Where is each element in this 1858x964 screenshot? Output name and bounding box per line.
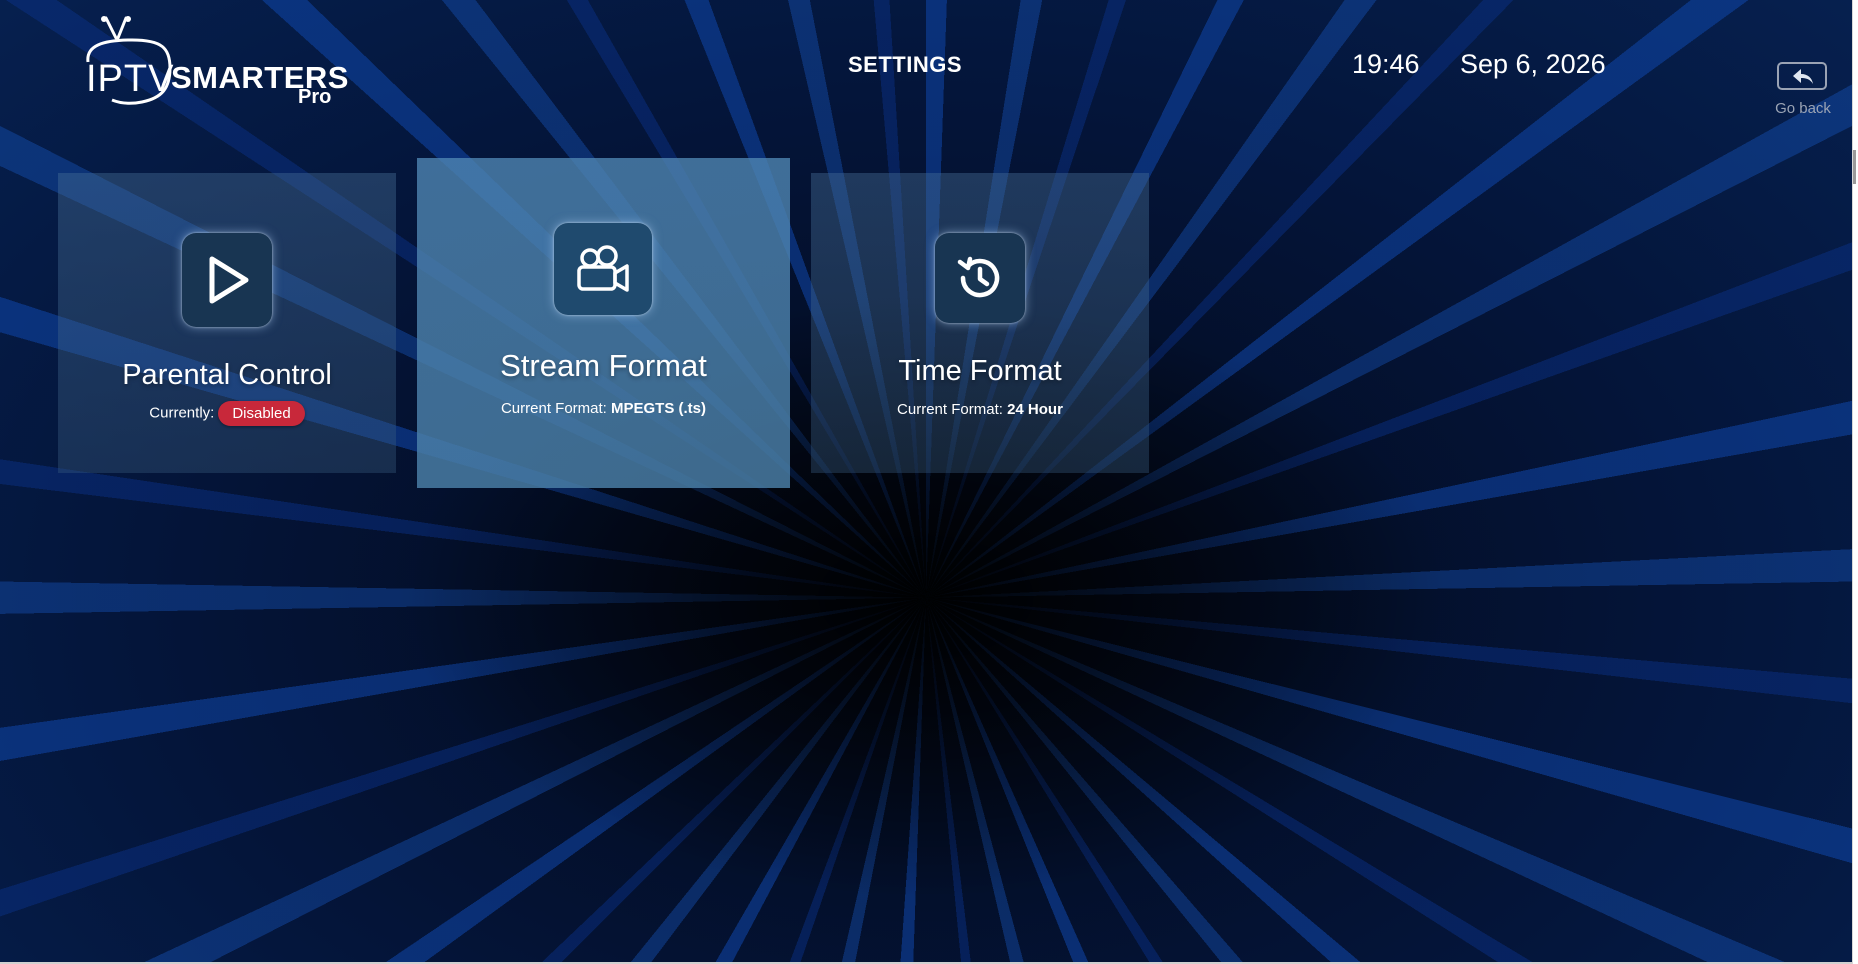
scrollbar-track[interactable] xyxy=(1852,0,1858,964)
card-subtitle-label: Current Format: xyxy=(897,401,1003,418)
card-title: Parental Control xyxy=(122,359,332,391)
page-title: SETTINGS xyxy=(847,52,962,77)
card-subtitle-value: 24 Hour xyxy=(1007,401,1063,418)
card-subtitle: Currently: Disabled xyxy=(58,401,396,426)
parental-control-card[interactable]: Parental Control Currently: Disabled xyxy=(58,173,396,473)
parental-control-icon-tile xyxy=(182,233,272,327)
time-format-icon-tile xyxy=(935,233,1025,323)
go-back-frame xyxy=(1777,62,1827,90)
card-title: Time Format xyxy=(898,355,1062,387)
time-format-card[interactable]: Time Format Current Format: 24 Hour xyxy=(811,173,1149,473)
card-subtitle-value: MPEGTS (.ts) xyxy=(611,400,707,417)
clock-date: Sep 6, 2026 xyxy=(1460,49,1606,79)
settings-screen: IPTV SMARTERS Pro SETTINGS 19:46 Sep 6, … xyxy=(0,0,1852,964)
stream-format-card[interactable]: Stream Format Current Format: MPEGTS (.t… xyxy=(417,158,790,488)
clock-time: 19:46 xyxy=(1352,49,1420,79)
logo-pro-text: Pro xyxy=(298,86,332,108)
reply-arrow-icon xyxy=(1793,69,1813,84)
status-badge: Disabled xyxy=(218,401,305,426)
card-title: Stream Format xyxy=(500,348,707,383)
logo-iptv-text: IPTV xyxy=(86,58,175,100)
card-subtitle-label: Currently: xyxy=(149,404,215,422)
go-back-button[interactable]: Go back xyxy=(1772,60,1838,120)
scrollbar-thumb[interactable] xyxy=(1853,150,1856,184)
app-logo: IPTV SMARTERS Pro xyxy=(82,16,348,116)
video-camera-icon xyxy=(577,245,629,292)
card-subtitle: Current Format: MPEGTS (.ts) xyxy=(417,400,790,417)
go-back-label: Go back xyxy=(1775,100,1831,117)
stream-format-icon-tile xyxy=(554,223,652,315)
card-subtitle-label: Current Format: xyxy=(500,400,607,417)
card-subtitle: Current Format: 24 Hour xyxy=(811,401,1149,418)
history-clock-icon xyxy=(957,256,1000,298)
play-icon xyxy=(209,256,249,304)
